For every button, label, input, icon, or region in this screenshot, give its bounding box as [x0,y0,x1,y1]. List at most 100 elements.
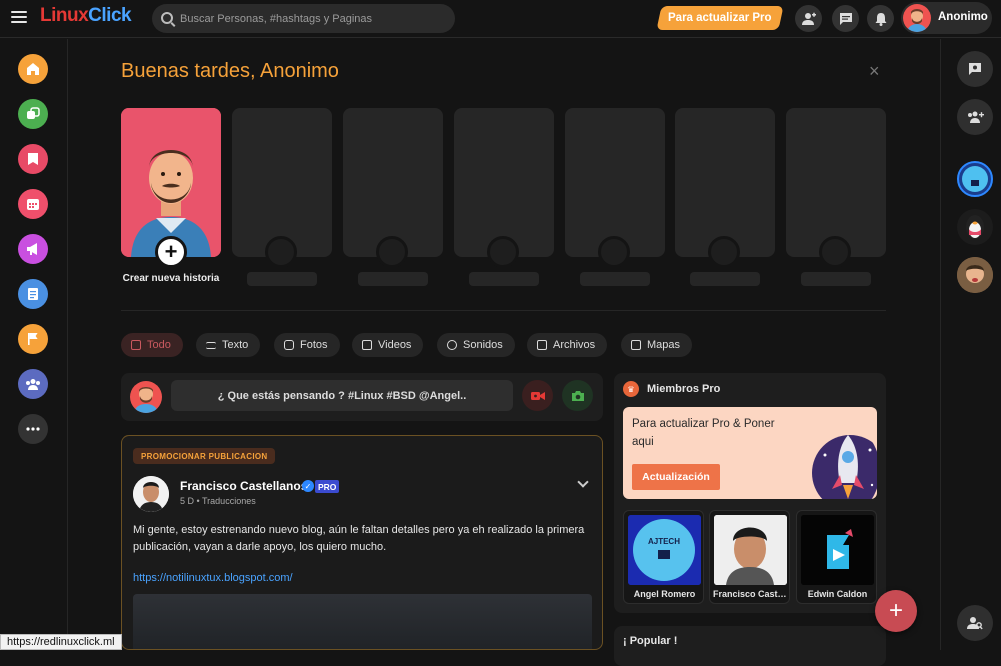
saved-icon[interactable] [18,144,48,174]
photo-camera-icon[interactable] [562,380,593,411]
story-placeholder-label [690,272,760,286]
story-placeholder [786,108,886,257]
rocket-icon [812,435,877,499]
tab-todo[interactable]: Todo [121,333,183,357]
post-link[interactable]: https://notilinuxtux.blogspot.com/ [133,572,293,584]
story-placeholder-avatar [598,236,630,268]
messages-icon[interactable] [832,5,859,32]
news-icon[interactable] [18,279,48,309]
groups-icon[interactable] [18,99,48,129]
chat-settings-icon[interactable] [957,51,993,87]
tab-label: Videos [378,339,412,351]
menu-icon[interactable] [11,11,27,25]
promote-post-badge[interactable]: PROMOCIONAR PUBLICACION [133,448,276,464]
tab-sonidos[interactable]: Sonidos [437,333,515,357]
more-icon[interactable] [18,414,48,444]
calendar-icon[interactable] [18,189,48,219]
story-placeholder-label [469,272,539,286]
megaphone-icon[interactable] [18,234,48,264]
flag-icon[interactable] [18,324,48,354]
pro-member-card[interactable]: Francisco Castellanos [709,510,790,604]
create-post-fab[interactable]: + [875,590,917,632]
crown-icon: ♛ [623,381,639,397]
pro-members-title: Miembros Pro [647,383,721,395]
logo-linux: Linux [40,5,89,26]
member-avatar: AJTECH [628,515,701,585]
find-people-icon[interactable] [957,605,993,641]
contact-avatar-tux[interactable] [957,209,993,245]
story-placeholder-label [247,272,317,286]
tab-texto[interactable]: Texto [196,333,261,357]
post-meta: 5 D • Traducciones [180,496,256,506]
upgrade-pro-label: Para actualizar Pro [668,12,772,24]
file-icon [537,340,547,350]
story-placeholder-avatar [819,236,851,268]
document-icon [131,340,141,350]
member-avatar [801,515,874,585]
post-image[interactable] [133,594,592,649]
upgrade-button[interactable]: Actualización [632,464,720,490]
author-avatar[interactable] [133,476,169,512]
logo[interactable]: LinuxClick [40,5,132,27]
tab-videos[interactable]: Videos [352,333,424,357]
search-input[interactable] [180,4,450,33]
story-placeholder-label [580,272,650,286]
right-sidebar [940,39,1001,650]
chevron-down-icon[interactable] [577,476,589,488]
story-placeholder-label [801,272,871,286]
add-group-icon[interactable] [957,99,993,135]
avatar [903,4,931,32]
post-text: Mi gente, estoy estrenando nuevo blog, a… [133,524,585,553]
community-icon[interactable] [18,369,48,399]
tab-label: Mapas [647,339,681,351]
home-icon[interactable] [18,54,48,84]
tab-label: Texto [222,339,249,351]
upgrade-text: Para actualizar Pro & Poner aqui [632,418,775,448]
pro-member-card[interactable]: Edwin Caldon [796,510,877,604]
greeting: Buenas tardes, Anonimo [121,60,339,82]
post-time[interactable]: 5 D [180,496,194,506]
story-placeholder-avatar [487,236,519,268]
tab-label: Sonidos [463,339,503,351]
story-placeholder [565,108,665,257]
member-name: Francisco Castellanos [713,589,789,599]
upgrade-banner: Para actualizar Pro & Poner aqui Actuali… [623,407,877,499]
add-story-button[interactable]: + [155,236,187,268]
create-story-label: Crear nueva historia [122,273,220,284]
story-placeholder-avatar [376,236,408,268]
contact-avatar-ajtech[interactable] [957,161,993,197]
friend-requests-icon[interactable] [795,5,822,32]
username: Anonimo [938,11,988,23]
member-avatar [714,515,787,585]
post-composer: ¿ Que estás pensando ? #Linux #BSD @Ange… [121,373,603,421]
member-name: Edwin Caldon [807,589,868,599]
story-placeholder-avatar [265,236,297,268]
create-story-card[interactable] [121,108,221,257]
notifications-icon[interactable] [867,5,894,32]
verified-icon: ✓ [302,480,314,492]
map-icon [631,340,641,350]
popular-title: ¡ Popular ! [623,635,678,647]
close-icon[interactable]: × [869,62,883,80]
story-placeholder [232,108,332,257]
composer-input[interactable]: ¿ Que estás pensando ? #Linux #BSD @Ange… [171,380,513,411]
search-bar[interactable] [152,4,455,33]
story-placeholder-label [358,272,428,286]
tab-label: Archivos [553,339,596,351]
video-icon [362,340,372,350]
post-card: PROMOCIONAR PUBLICACION Francisco Castel… [121,435,603,650]
user-menu[interactable]: Anonimo [901,2,992,34]
contact-avatar-user[interactable] [957,257,993,293]
author-name[interactable]: Francisco Castellanos [180,479,307,493]
left-sidebar [0,39,68,650]
status-bar-url: https://redlinuxclick.ml [0,634,122,650]
tab-label: Fotos [300,339,328,351]
pro-member-card[interactable]: AJTECH Angel Romero [623,510,704,604]
popular-card: ¡ Popular ! [614,626,886,666]
tab-mapas[interactable]: Mapas [621,333,693,357]
tab-archivos[interactable]: Archivos [527,333,608,357]
upgrade-pro-button[interactable]: Para actualizar Pro [656,6,784,30]
live-video-icon[interactable] [522,380,553,411]
tab-fotos[interactable]: Fotos [274,333,340,357]
translate-link[interactable]: Traducciones [202,496,256,506]
